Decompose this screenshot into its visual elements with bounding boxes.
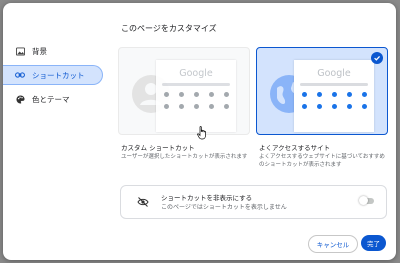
hand-cursor-icon: [197, 126, 206, 140]
hide-shortcuts-toggle[interactable]: [359, 196, 374, 205]
preview-logo: Google: [317, 68, 351, 79]
sidebar-item-label: 色とテーマ: [32, 94, 70, 104]
palette-icon: [15, 94, 25, 104]
sidebar-item-color-theme[interactable]: 色とテーマ: [3, 89, 103, 109]
sidebar-item-label: 背景: [32, 46, 47, 56]
custom-shortcuts-desc: ユーザーが選択したショートカットが表示されます: [121, 154, 248, 160]
most-visited-desc: よくアクセスするウェブサイトに基づいておすすめのショートカットが表示されます: [259, 154, 385, 168]
sidebar-item-shortcuts[interactable]: ショートカット: [3, 65, 103, 85]
preview-page: Google: [156, 60, 236, 132]
cancel-button[interactable]: キャンセル: [308, 235, 358, 253]
hide-shortcuts-subtitle: このページではショートカットを表示しません: [161, 204, 287, 211]
visibility-off-icon: [137, 197, 149, 207]
page-title: このページをカスタマイズ: [121, 24, 217, 33]
preview-search-bar: [162, 83, 230, 86]
toggle-knob: [359, 196, 368, 205]
sidebar-item-background[interactable]: 背景: [3, 41, 103, 61]
checkmark-icon: [371, 52, 383, 64]
most-visited-card[interactable]: Google: [256, 47, 388, 135]
most-visited-title: よくアクセスするサイト: [259, 144, 331, 152]
preview-page: Google: [294, 60, 374, 132]
preview-shortcut-grid: [164, 92, 234, 109]
done-button[interactable]: 完了: [361, 235, 386, 251]
sidebar-nav: 背景 ショートカット 色とテーマ: [3, 41, 113, 113]
hide-shortcuts-row[interactable]: ショートカットを非表示にする このページではショートカットを表示しません: [120, 185, 387, 219]
image-icon: [15, 46, 25, 56]
hide-shortcuts-title: ショートカットを非表示にする: [161, 194, 253, 202]
custom-shortcuts-title: カスタム ショートカット: [121, 144, 195, 152]
custom-shortcuts-card[interactable]: Google: [118, 47, 250, 135]
preview-search-bar: [300, 83, 368, 86]
link-icon: [15, 70, 25, 80]
preview-logo: Google: [179, 68, 213, 79]
preview-shortcut-grid: [302, 92, 372, 109]
sidebar-item-label: ショートカット: [32, 70, 85, 80]
